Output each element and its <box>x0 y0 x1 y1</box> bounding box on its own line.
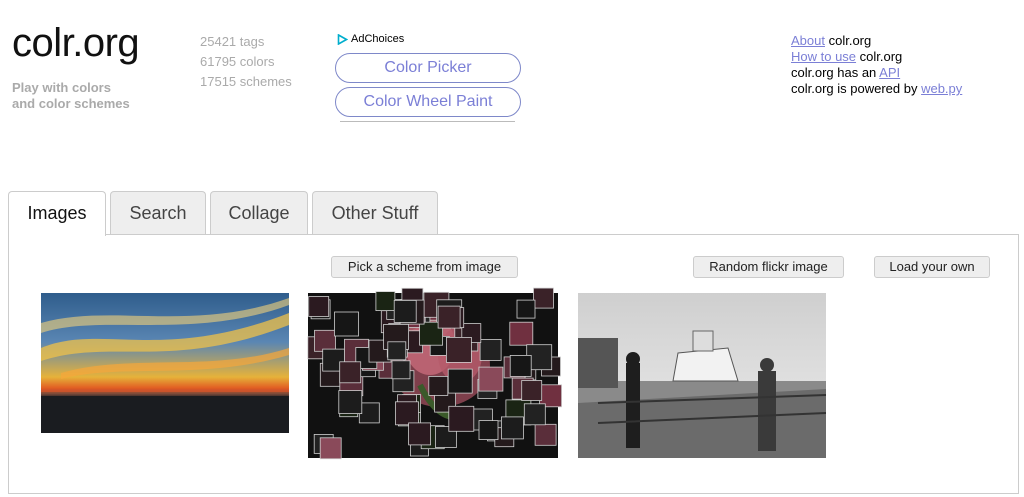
about-rest: colr.org <box>824 33 872 48</box>
tagline-line-2: and color schemes <box>12 96 130 111</box>
collage-swatch <box>391 360 411 380</box>
collage-swatch <box>334 311 359 337</box>
collage-swatch <box>521 380 543 401</box>
colors-count: 61795 colors <box>200 54 275 69</box>
collage-swatch <box>523 403 546 426</box>
collage-swatch <box>387 341 407 361</box>
webpy-link[interactable]: web.py <box>921 81 962 96</box>
collage-swatch <box>339 361 362 384</box>
collage-swatch <box>395 401 419 426</box>
how-to-use-link[interactable]: How to use <box>791 49 856 64</box>
collage-swatch <box>445 337 472 363</box>
collage-swatch <box>478 420 499 441</box>
collage-swatch <box>338 390 363 414</box>
tagline-line-1: Play with colors <box>12 80 111 95</box>
pick-scheme-button[interactable]: Pick a scheme from image <box>331 256 518 278</box>
adchoices-text: AdChoices <box>351 33 405 45</box>
collage-swatch <box>408 422 431 446</box>
collage-swatch <box>447 368 473 394</box>
random-flickr-button[interactable]: Random flickr image <box>693 256 844 278</box>
collage-swatch <box>308 296 330 317</box>
collage-swatch <box>393 299 417 323</box>
powered-prefix: colr.org is powered by <box>791 81 922 96</box>
color-picker-button[interactable]: Color Picker <box>335 53 521 83</box>
collage-swatch <box>479 339 502 361</box>
tags-count: 25421 tags <box>200 34 265 49</box>
collage-swatch <box>533 287 554 309</box>
collage-swatch <box>428 376 449 396</box>
site-logo[interactable]: colr.org <box>12 20 140 66</box>
collage-swatch <box>516 299 536 319</box>
tab-search[interactable]: Search <box>110 191 206 234</box>
collage-swatch <box>509 355 532 377</box>
collage-swatch <box>375 291 396 311</box>
adchoices-label[interactable]: AdChoices <box>337 33 404 45</box>
harbor-image[interactable] <box>578 293 826 458</box>
ad-divider <box>340 121 515 122</box>
about-link[interactable]: About <box>791 33 825 48</box>
schemes-count: 17515 schemes <box>200 74 292 89</box>
howto-rest: colr.org <box>856 49 903 64</box>
api-prefix: colr.org has an <box>791 65 880 80</box>
collage-swatch <box>478 366 504 392</box>
collage-swatch <box>437 305 461 329</box>
info-links: About colr.org How to use colr.org colr.… <box>791 33 962 97</box>
collage-swatch <box>448 405 475 432</box>
collage-swatch <box>534 423 557 446</box>
collage-swatch <box>319 437 342 460</box>
flower-collage-image[interactable] <box>300 285 566 465</box>
collage-swatch <box>314 329 336 352</box>
adchoices-icon <box>337 33 348 45</box>
tab-collage[interactable]: Collage <box>210 191 308 234</box>
tab-images[interactable]: Images <box>8 191 106 236</box>
api-link[interactable]: API <box>879 65 900 80</box>
collage-swatch <box>500 416 524 440</box>
sunset-image[interactable] <box>41 293 289 433</box>
color-wheel-paint-button[interactable]: Color Wheel Paint <box>335 87 521 117</box>
collage-swatch <box>509 321 534 346</box>
load-your-own-button[interactable]: Load your own <box>874 256 990 278</box>
collage-swatch <box>358 402 380 424</box>
tab-other-stuff[interactable]: Other Stuff <box>312 191 438 234</box>
